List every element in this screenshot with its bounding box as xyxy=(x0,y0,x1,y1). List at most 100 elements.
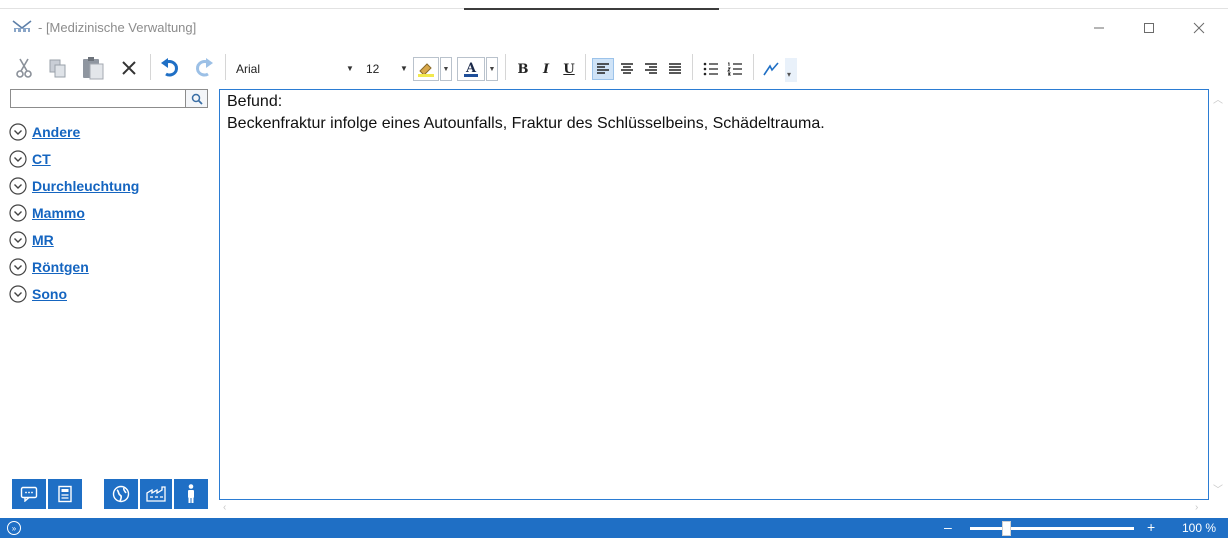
font-color-button[interactable]: A xyxy=(457,57,485,81)
maximize-icon xyxy=(1144,23,1154,33)
chevron-down-icon: ▼ xyxy=(442,65,450,73)
close-button[interactable] xyxy=(1176,14,1222,42)
font-size-value: 12 xyxy=(366,62,380,76)
factory-button[interactable] xyxy=(140,479,172,509)
category-list: Andere CT Durchleuchtung Mammo MR Röntge… xyxy=(9,118,209,307)
horizontal-scrollbar[interactable]: ‹ › xyxy=(219,500,1209,517)
chevron-down-circle-icon xyxy=(9,203,27,222)
font-color-dropdown[interactable]: ▼ xyxy=(486,57,498,81)
chevron-down-circle-icon xyxy=(9,284,27,303)
numbered-list-button[interactable] xyxy=(724,58,746,80)
bold-label: B xyxy=(517,61,529,77)
search-icon xyxy=(191,93,203,105)
align-left-button[interactable] xyxy=(592,58,614,80)
highlight-color-button[interactable] xyxy=(413,57,439,81)
category-item-mr[interactable]: MR xyxy=(9,226,209,253)
close-icon xyxy=(1193,22,1205,34)
vertical-scrollbar[interactable]: ︿ ﹀ xyxy=(1209,89,1228,500)
search-input[interactable] xyxy=(10,89,208,108)
undo-button[interactable] xyxy=(156,54,184,82)
undo-icon xyxy=(161,58,178,77)
toolbar-separator xyxy=(753,54,754,80)
toolbar-separator xyxy=(225,54,226,80)
category-item-sono[interactable]: Sono xyxy=(9,280,209,307)
category-item-mammo[interactable]: Mammo xyxy=(9,199,209,226)
chat-icon xyxy=(20,486,38,502)
signature-button[interactable] xyxy=(760,58,782,80)
category-label[interactable]: Mammo xyxy=(32,205,85,221)
toolbar-separator xyxy=(505,54,506,80)
copy-button[interactable] xyxy=(44,54,72,82)
bullet-list-button[interactable] xyxy=(700,58,722,80)
align-right-icon xyxy=(645,63,657,74)
zoom-slider-thumb[interactable] xyxy=(1002,521,1012,536)
scroll-right-icon[interactable]: › xyxy=(1195,502,1198,513)
editor-line: Befund: xyxy=(227,93,283,110)
status-bar: » – + 100 % xyxy=(0,518,1228,538)
editor-line: Beckenfraktur infolge eines Autounfalls,… xyxy=(227,115,825,132)
document-button[interactable] xyxy=(48,479,82,509)
toolbar-separator xyxy=(585,54,586,80)
category-label[interactable]: Röntgen xyxy=(32,259,89,275)
bold-button[interactable]: B xyxy=(512,58,534,80)
window-title: - [Medizinische Verwaltung] xyxy=(38,20,197,35)
italic-label: I xyxy=(542,61,550,77)
category-label[interactable]: CT xyxy=(32,151,51,167)
chevron-down-icon: ▼ xyxy=(400,64,408,73)
copy-icon xyxy=(49,59,66,78)
justify-button[interactable] xyxy=(664,58,686,80)
report-editor[interactable]: Befund: Beckenfraktur infolge eines Auto… xyxy=(219,89,1209,500)
align-left-icon xyxy=(597,63,609,74)
chevron-down-circle-icon xyxy=(9,230,27,249)
category-item-ct[interactable]: CT xyxy=(9,145,209,172)
font-color-icon: A xyxy=(464,61,478,77)
chat-button[interactable] xyxy=(12,479,46,509)
maximize-button[interactable] xyxy=(1126,14,1172,42)
chevron-down-circle-icon xyxy=(9,122,27,141)
highlight-color-dropdown[interactable]: ▼ xyxy=(440,57,452,81)
scroll-left-icon[interactable]: ‹ xyxy=(223,502,226,513)
cut-button[interactable] xyxy=(10,54,38,82)
app-logo-icon xyxy=(12,19,32,33)
category-item-andere[interactable]: Andere xyxy=(9,118,209,145)
underline-button[interactable]: U xyxy=(558,58,580,80)
category-label[interactable]: MR xyxy=(32,232,54,248)
window-top-edge xyxy=(0,0,1228,10)
paste-button[interactable] xyxy=(78,54,108,82)
expand-panel-button[interactable]: » xyxy=(7,521,21,535)
delete-button[interactable] xyxy=(116,54,142,82)
chevron-down-icon: ▼ xyxy=(346,64,354,73)
overflow-chevron-icon: ▾ xyxy=(787,70,792,79)
redo-button[interactable] xyxy=(190,54,218,82)
font-size-combo[interactable]: 12 ▼ xyxy=(364,60,410,78)
search-button[interactable] xyxy=(185,89,208,108)
scroll-down-icon[interactable]: ﹀ xyxy=(1213,481,1223,496)
italic-button[interactable]: I xyxy=(535,58,557,80)
align-right-button[interactable] xyxy=(640,58,662,80)
category-label[interactable]: Andere xyxy=(32,124,80,140)
person-button[interactable] xyxy=(174,479,208,509)
highlight-color-icon xyxy=(418,63,434,77)
zoom-slider-track[interactable] xyxy=(970,527,1134,530)
zoom-out-button[interactable]: – xyxy=(944,519,952,535)
globe-icon xyxy=(112,485,130,503)
align-center-button[interactable] xyxy=(616,58,638,80)
person-icon xyxy=(188,484,194,503)
category-label[interactable]: Sono xyxy=(32,286,67,302)
font-name-combo[interactable]: Arial ▼ xyxy=(236,60,356,78)
signature-icon xyxy=(763,62,779,76)
globe-button[interactable] xyxy=(104,479,138,509)
justify-icon xyxy=(669,63,681,74)
redo-icon xyxy=(196,58,213,77)
toolbar-overflow-button[interactable]: ▾ xyxy=(785,58,797,82)
title-bar: - [Medizinische Verwaltung] xyxy=(0,10,1228,46)
scroll-up-icon[interactable]: ︿ xyxy=(1213,91,1223,106)
category-item-roentgen[interactable]: Röntgen xyxy=(9,253,209,280)
paste-icon xyxy=(83,57,104,80)
zoom-in-button[interactable]: + xyxy=(1147,519,1155,535)
category-label[interactable]: Durchleuchtung xyxy=(32,178,139,194)
chevron-down-icon: ▼ xyxy=(488,65,496,73)
document-icon xyxy=(58,485,72,503)
category-item-durchleuchtung[interactable]: Durchleuchtung xyxy=(9,172,209,199)
minimize-button[interactable] xyxy=(1076,14,1122,42)
